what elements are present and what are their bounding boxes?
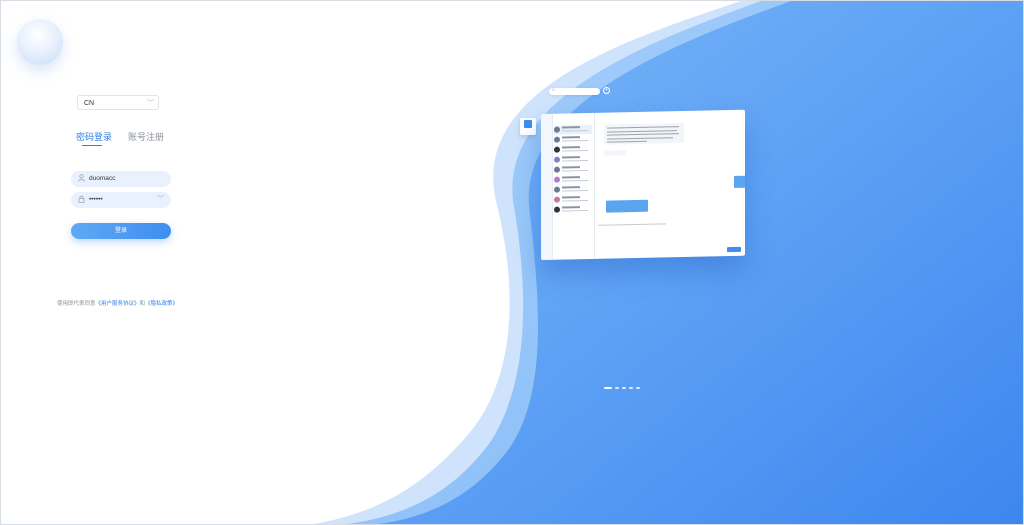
login-button[interactable]: 登录 <box>71 223 171 239</box>
preview-contact-row <box>554 165 592 175</box>
language-select[interactable]: CN ﹀ <box>77 95 159 110</box>
preview-image-message <box>606 199 648 213</box>
search-icon: ⌕ <box>552 87 555 93</box>
login-page: CN ﹀ 密码登录 账号注册 duomacc •••••• ﹀ 登录 使用即代表… <box>0 0 1024 525</box>
preview-contact-row <box>554 135 592 145</box>
agreement-text: 使用即代表同意《用户服务协议》和《隐私政策》 <box>57 299 178 307</box>
preview-message <box>604 150 626 156</box>
chevron-down-icon: ﹀ <box>147 100 154 107</box>
preview-contact-row <box>554 185 592 195</box>
preview-search-bar: ⌕ <box>549 87 600 95</box>
preview-send-button <box>727 246 741 253</box>
preview-contact-row <box>554 145 592 155</box>
language-select-value: CN <box>84 100 95 107</box>
carousel-dot[interactable] <box>629 387 633 389</box>
preview-contact-list <box>552 112 595 260</box>
preview-app-badge <box>520 118 536 135</box>
username-field[interactable]: duomacc <box>71 171 171 187</box>
preview-message <box>604 123 684 145</box>
preview-chat-area <box>594 110 745 259</box>
preview-contact-row <box>554 155 592 165</box>
preview-contact-row <box>554 195 592 205</box>
password-value: •••••• <box>89 196 103 203</box>
preview-contact-row <box>554 205 592 215</box>
user-icon <box>78 174 85 186</box>
decorative-orb <box>17 19 63 65</box>
carousel-dot-active[interactable] <box>604 387 612 389</box>
preview-image-message <box>734 175 745 188</box>
preview-contact-row <box>554 124 592 135</box>
carousel-dot[interactable] <box>622 387 626 389</box>
preview-contact-row <box>554 175 592 185</box>
lock-icon <box>78 195 85 207</box>
username-value: duomacc <box>89 175 116 182</box>
tab-register[interactable]: 账号注册 <box>128 130 164 143</box>
app-preview-window <box>541 109 745 260</box>
tab-password-login[interactable]: 密码登录 <box>76 130 112 143</box>
terms-link[interactable]: 《用户服务协议》 <box>96 301 140 307</box>
active-tab-underline <box>82 145 102 146</box>
preview-plus-icon: + <box>603 87 610 94</box>
chat-app-icon <box>524 120 532 128</box>
password-field[interactable]: •••••• ﹀ <box>71 192 171 208</box>
carousel-dot[interactable] <box>615 387 619 389</box>
carousel-dot[interactable] <box>636 387 640 389</box>
privacy-link[interactable]: 《隐私政策》 <box>145 301 178 307</box>
background-wave <box>313 1 1023 524</box>
agreement-prefix: 使用即代表同意 <box>57 301 96 307</box>
eye-closed-icon[interactable]: ﹀ <box>157 192 164 208</box>
